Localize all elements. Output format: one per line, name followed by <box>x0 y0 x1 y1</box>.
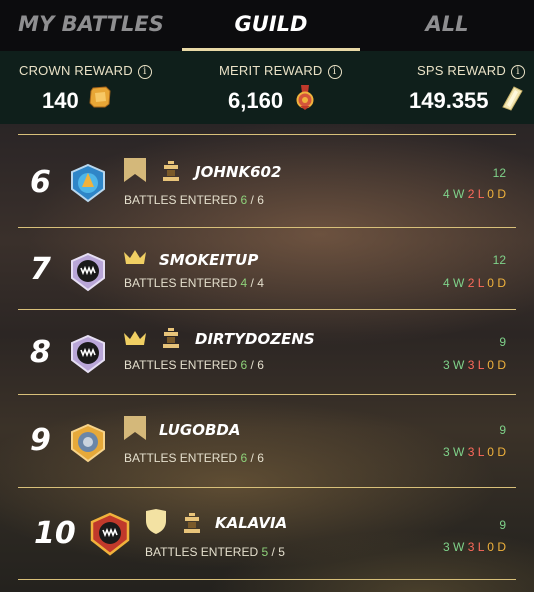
player-avatar[interactable] <box>68 252 108 292</box>
tab-all[interactable]: ALL <box>360 0 534 51</box>
info-icon[interactable]: i <box>137 65 152 79</box>
player-score: 9 <box>499 335 506 349</box>
win-loss-draw: 4 W 2 L 0 D <box>442 276 506 290</box>
player-avatar[interactable] <box>68 334 108 374</box>
crown-reward-label: CROWN REWARD <box>19 63 133 78</box>
battles-entered: BATTLES ENTERED 6 / 6 <box>124 358 264 372</box>
rank-number: 6 <box>30 165 51 200</box>
tab-my-battles[interactable]: MY BATTLES <box>0 0 182 51</box>
rank-number: 10 <box>34 516 76 551</box>
win-loss-draw: 3 W 3 L 0 D <box>442 540 506 554</box>
knight-role-icon <box>163 161 179 181</box>
merit-reward-label: MERIT REWARD <box>219 63 323 78</box>
rank-number: 8 <box>30 335 51 370</box>
battles-entered: BATTLES ENTERED 5 / 5 <box>145 545 285 559</box>
player-avatar[interactable] <box>68 163 108 203</box>
sps-reward: SPS REWARD i 149.355 <box>390 51 534 124</box>
sps-reward-value: 149.355 <box>409 88 489 113</box>
player-score: 9 <box>499 518 506 532</box>
list-item[interactable]: 8 DIRTYDOZENS BATTLES ENTERED 6 / 6 9 3 … <box>18 309 516 394</box>
player-score: 12 <box>492 166 506 180</box>
player-avatar[interactable] <box>68 423 108 463</box>
player-name[interactable]: LUGOBDA <box>159 421 240 439</box>
crown-reward-value: 140 <box>42 88 79 113</box>
info-icon[interactable]: i <box>327 65 342 79</box>
player-avatar[interactable] <box>88 512 132 556</box>
sps-reward-label: SPS REWARD <box>417 63 506 78</box>
crown-token-icon <box>89 86 111 108</box>
list-item[interactable]: 9 LUGOBDA BATTLES ENTERED 6 / 6 9 3 W 3 … <box>18 394 516 487</box>
league-crown-icon <box>124 331 146 345</box>
win-loss-draw: 3 W 3 L 0 D <box>442 358 506 372</box>
battle-tabs: MY BATTLES GUILD ALL <box>0 0 534 51</box>
player-name[interactable]: JOHNK602 <box>195 163 281 181</box>
player-score: 9 <box>499 423 506 437</box>
list-item[interactable]: 10 KALAVIA BATTLES ENTERED 5 / 5 9 3 W 3… <box>18 487 516 580</box>
league-banner-icon <box>124 158 146 182</box>
battles-entered: BATTLES ENTERED 6 / 6 <box>124 451 264 465</box>
list-item[interactable]: 7 SMOKEITUP BATTLES ENTERED 4 / 4 12 4 W… <box>18 227 516 309</box>
info-icon[interactable]: i <box>510 65 525 79</box>
merit-medal-icon <box>296 85 314 110</box>
league-shield-icon <box>146 509 166 534</box>
rewards-bar: CROWN REWARD i 140 MERIT REWARD i 6,160 SP… <box>0 51 534 124</box>
rank-number: 7 <box>30 252 51 287</box>
knight-role-icon <box>184 513 200 533</box>
tab-guild[interactable]: GUILD <box>182 0 360 51</box>
knight-role-icon <box>163 328 179 348</box>
player-name[interactable]: KALAVIA <box>215 514 287 532</box>
battles-entered: BATTLES ENTERED 4 / 4 <box>124 276 264 290</box>
crown-reward: CROWN REWARD i 140 <box>0 51 152 124</box>
merit-reward: MERIT REWARD i 6,160 <box>200 51 350 124</box>
merit-reward-value: 6,160 <box>228 88 284 113</box>
win-loss-draw: 3 W 3 L 0 D <box>442 445 506 459</box>
win-loss-draw: 4 W 2 L 0 D <box>442 187 506 201</box>
sps-shard-icon <box>502 86 523 111</box>
player-score: 12 <box>492 253 506 267</box>
league-crown-icon <box>124 250 146 264</box>
list-item[interactable]: 6 JOHNK602 BATTLES ENTERED 6 / 6 12 4 W … <box>18 134 516 227</box>
player-name[interactable]: DIRTYDOZENS <box>195 330 315 348</box>
player-name[interactable]: SMOKEITUP <box>159 251 258 269</box>
battles-entered: BATTLES ENTERED 6 / 6 <box>124 193 264 207</box>
league-banner-icon <box>124 416 146 440</box>
rank-number: 9 <box>30 423 51 458</box>
